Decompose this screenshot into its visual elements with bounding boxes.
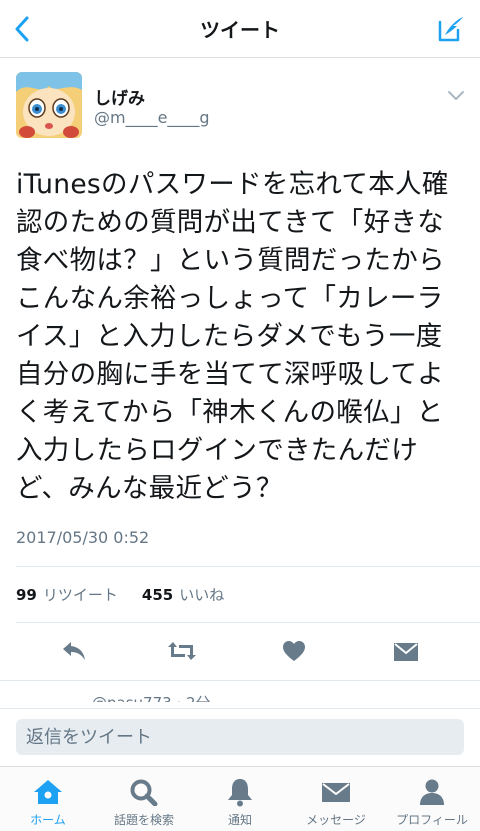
heart-icon bbox=[283, 641, 305, 661]
tab-notifications[interactable]: 通知 bbox=[192, 767, 288, 831]
retweet-icon bbox=[168, 642, 196, 660]
tab-messages[interactable]: メッセージ bbox=[288, 767, 384, 831]
reply-icon bbox=[63, 642, 85, 660]
tweet-stats: 99 リツイート 455 いいね bbox=[16, 584, 224, 605]
compose-button[interactable] bbox=[434, 12, 468, 46]
page-title: ツイート bbox=[200, 18, 280, 42]
user-name[interactable]: しげみ bbox=[94, 84, 145, 109]
search-icon bbox=[127, 777, 161, 807]
chevron-down-icon bbox=[448, 91, 464, 100]
tab-label: メッセージ bbox=[306, 813, 366, 827]
like-count[interactable]: 455 bbox=[142, 586, 173, 604]
retweet-button[interactable] bbox=[164, 636, 200, 666]
tab-bar: ホーム 話題を検索 通知 メッセージ プロフィール bbox=[0, 766, 480, 831]
avatar-image bbox=[16, 72, 82, 138]
tab-label: 話題を検索 bbox=[113, 813, 174, 827]
next-reply-peek[interactable]: @nasu773 · 2分 bbox=[0, 682, 480, 702]
tab-home[interactable]: ホーム bbox=[0, 767, 96, 831]
home-icon bbox=[31, 777, 65, 807]
divider bbox=[0, 680, 480, 681]
reply-input[interactable] bbox=[16, 719, 464, 755]
tab-label: 通知 bbox=[227, 813, 252, 827]
retweet-count[interactable]: 99 bbox=[16, 586, 37, 604]
tweet-text: iTunesのパスワードを忘れて本人確認のための質問が出てきて「好きな食べ物は？… bbox=[16, 169, 449, 504]
divider bbox=[16, 622, 480, 623]
tab-profile[interactable]: プロフィール bbox=[384, 767, 480, 831]
mail-icon bbox=[319, 777, 353, 807]
profile-icon bbox=[415, 777, 449, 807]
like-button[interactable] bbox=[276, 636, 312, 666]
compose-icon bbox=[438, 17, 463, 42]
message-button[interactable] bbox=[388, 636, 424, 666]
retweet-label[interactable]: リツイート bbox=[43, 584, 118, 605]
like-label[interactable]: いいね bbox=[179, 584, 224, 605]
mail-icon bbox=[394, 643, 418, 661]
tweet-actions bbox=[0, 630, 480, 672]
reply-bar bbox=[0, 708, 480, 766]
divider bbox=[16, 566, 480, 567]
user-handle[interactable]: @m____e____g bbox=[94, 108, 210, 127]
tab-label: ホーム bbox=[30, 813, 66, 827]
nav-bar: ツイート bbox=[0, 0, 480, 58]
tweet-timestamp: 2017/05/30 0:52 bbox=[16, 528, 150, 547]
tab-label: プロフィール bbox=[396, 813, 468, 827]
tab-search[interactable]: 話題を検索 bbox=[96, 767, 192, 831]
reply-button[interactable] bbox=[56, 636, 92, 666]
bell-icon bbox=[223, 777, 257, 807]
tweet-menu-button[interactable] bbox=[446, 88, 466, 102]
next-reply-handle: @nasu773 · 2分 bbox=[92, 692, 211, 702]
avatar[interactable] bbox=[16, 72, 82, 138]
